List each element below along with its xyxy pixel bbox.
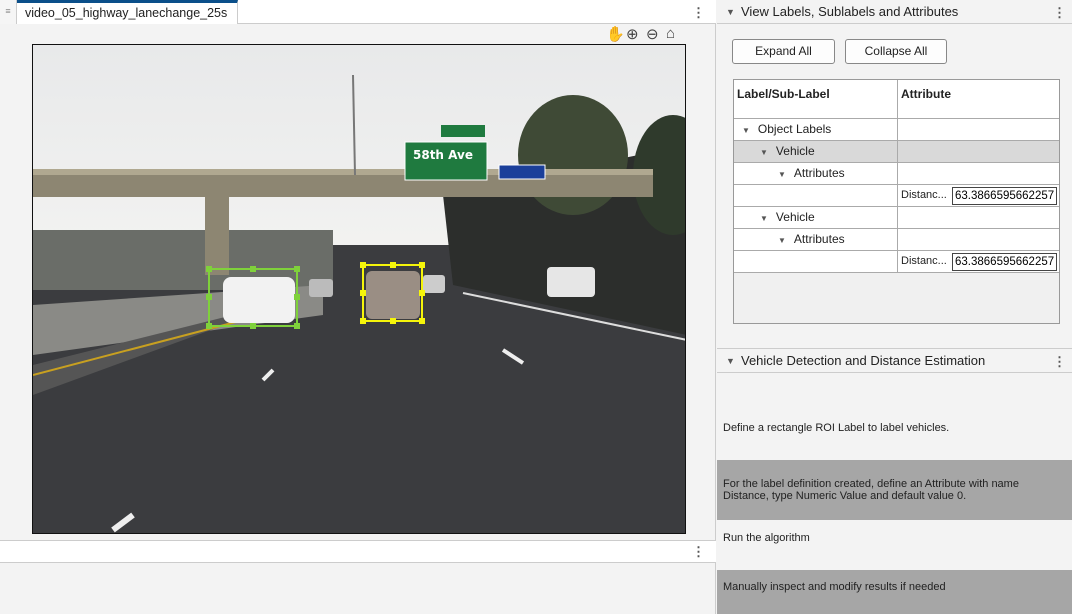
expand-triangle-icon[interactable]: ▼ (778, 236, 786, 245)
expand-triangle-icon[interactable]: ▼ (742, 126, 750, 135)
more-options-icon[interactable]: ⋮ (1053, 355, 1066, 368)
tree-label: Vehicle (775, 144, 815, 158)
collapse-all-button[interactable]: Collapse All (845, 39, 947, 64)
table-header: Label/Sub-Label Attribute (734, 80, 1059, 119)
expand-triangle-icon[interactable]: ▼ (778, 170, 786, 179)
video-frame[interactable]: 58th Ave (32, 44, 686, 534)
distance-input[interactable] (952, 187, 1057, 205)
step-define-attribute: For the label definition created, define… (717, 460, 1072, 520)
expand-all-button[interactable]: Expand All (732, 39, 835, 64)
tree-label: Vehicle (775, 210, 815, 224)
home-icon[interactable]: ⌂ (666, 25, 675, 43)
more-options-icon[interactable]: ⋮ (1053, 6, 1066, 19)
tree-label: Attributes (793, 232, 845, 246)
zoom-in-icon[interactable]: ⊕ (626, 25, 639, 43)
more-options-icon[interactable]: ⋮ (692, 6, 705, 19)
step-define-label: Define a rectangle ROI Label to label ve… (717, 373, 1072, 460)
tree-row-distance: Distanc... (734, 251, 1059, 273)
algorithm-section-header[interactable]: ▼ Vehicle Detection and Distance Estimat… (717, 348, 1072, 373)
column-header-attribute: Attribute (901, 87, 951, 101)
step-run-algorithm: Run the algorithm (717, 520, 1072, 570)
attribute-name: Distanc... (901, 255, 947, 267)
tree-row-distance: Distanc... (734, 185, 1059, 207)
distance-input[interactable] (952, 253, 1057, 271)
column-header-label: Label/Sub-Label (734, 80, 898, 118)
tree-row-object-labels[interactable]: ▼ Object Labels (734, 119, 1059, 141)
pan-hand-icon[interactable]: ✋ (606, 25, 625, 43)
more-options-icon[interactable]: ⋮ (692, 545, 705, 558)
algorithm-section-title: Vehicle Detection and Distance Estimatio… (741, 353, 986, 368)
tree-row-attributes[interactable]: ▼ Attributes (734, 163, 1059, 185)
tree-row-attributes[interactable]: ▼ Attributes (734, 229, 1059, 251)
collapse-triangle-icon[interactable]: ▼ (726, 349, 735, 373)
step-inspect-results: Manually inspect and modify results if n… (717, 570, 1072, 614)
labels-section-title: View Labels, Sublabels and Attributes (741, 4, 959, 19)
tree-row-vehicle[interactable]: ▼ Vehicle (734, 207, 1059, 229)
bottom-panel-header: ⋮ (0, 540, 716, 563)
labels-table: Label/Sub-Label Attribute ▼ Object Labels… (733, 79, 1060, 324)
tree-label: Object Labels (757, 122, 832, 136)
tab-menu-icon[interactable]: ≡ (0, 0, 17, 24)
tab-video[interactable]: video_05_highway_lanechange_25s (17, 0, 238, 24)
expand-triangle-icon[interactable]: ▼ (760, 148, 768, 157)
zoom-out-icon[interactable]: ⊖ (646, 25, 659, 43)
video-panel: ≡ video_05_highway_lanechange_25s ⋮ ✋ ⊕ … (0, 0, 716, 614)
tree-label: Attributes (793, 166, 845, 180)
collapse-triangle-icon[interactable]: ▼ (726, 0, 735, 24)
labels-section-header[interactable]: ▼ View Labels, Sublabels and Attributes … (717, 0, 1072, 24)
tab-bar: ≡ video_05_highway_lanechange_25s ⋮ (0, 0, 716, 24)
expand-triangle-icon[interactable]: ▼ (760, 214, 768, 223)
attribute-name: Distanc... (901, 189, 947, 201)
tree-row-vehicle-selected[interactable]: ▼ Vehicle (734, 141, 1059, 163)
svg-text:58th Ave: 58th Ave (413, 148, 473, 162)
highway-scene: 58th Ave (33, 45, 685, 533)
